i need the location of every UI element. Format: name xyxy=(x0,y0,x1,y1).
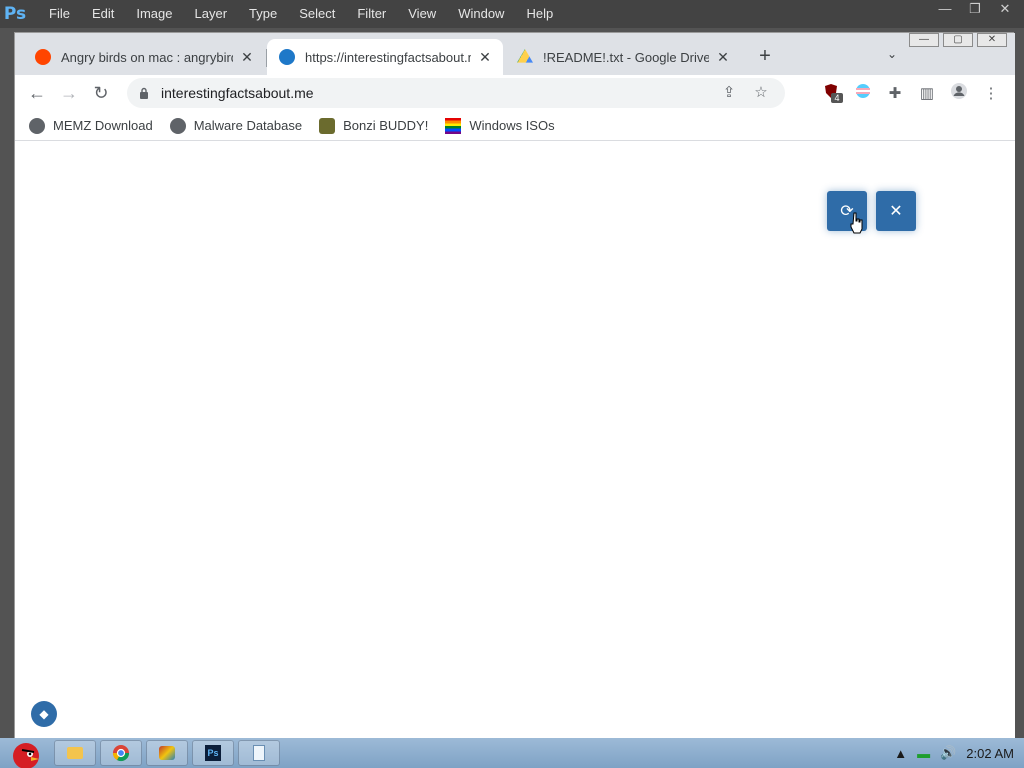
taskbar-notepad[interactable] xyxy=(238,740,280,766)
bookmark-windows-isos[interactable]: Windows ISOs xyxy=(445,117,555,134)
forward-arrow-icon[interactable]: → xyxy=(53,77,85,109)
trans-flag-icon[interactable] xyxy=(847,83,879,103)
lock-icon[interactable] xyxy=(137,86,151,100)
menu-file[interactable]: File xyxy=(38,0,81,28)
share-icon[interactable]: ⇪ xyxy=(713,83,745,101)
folder-icon xyxy=(67,747,83,759)
photoshop-icon: Ps xyxy=(205,745,221,761)
bookmark-malware-database[interactable]: Malware Database xyxy=(169,117,303,134)
bookmark-star-icon[interactable]: ☆ xyxy=(745,83,777,101)
bookmark-bonzi-buddy[interactable]: Bonzi BUDDY! xyxy=(319,117,429,134)
menu-filter[interactable]: Filter xyxy=(346,0,397,28)
profile-avatar-icon[interactable] xyxy=(943,82,975,104)
taskbar-paint[interactable] xyxy=(146,740,188,766)
taskbar: Ps ▲ ▬ 🔊 2:02 AM xyxy=(0,738,1024,768)
menu-layer[interactable]: Layer xyxy=(184,0,239,28)
taskbar-chrome[interactable] xyxy=(100,740,142,766)
volume-icon[interactable]: 🔊 xyxy=(940,745,956,761)
photoshop-left-panel xyxy=(0,28,14,738)
photoshop-right-panel xyxy=(1014,28,1024,738)
menu-image[interactable]: Image xyxy=(125,0,183,28)
close-icon[interactable]: ✕ xyxy=(990,0,1020,20)
bookmarks-bar: MEMZ Download Malware Database Bonzi BUD… xyxy=(15,111,1015,141)
bookmark-label: Windows ISOs xyxy=(469,118,555,133)
start-button[interactable] xyxy=(0,738,50,768)
close-icon[interactable]: ✕ xyxy=(477,49,493,66)
photoshop-menu: File Edit Image Layer Type Select Filter… xyxy=(38,0,564,28)
close-icon: ✕ xyxy=(889,203,903,220)
chrome-window: Angry birds on mac : angrybirds ✕ https:… xyxy=(14,32,1015,739)
close-icon[interactable]: ✕ xyxy=(239,49,255,66)
network-icon[interactable]: ▬ xyxy=(917,746,930,761)
diamond-icon: ◆ xyxy=(39,707,49,721)
bookmark-label: Malware Database xyxy=(193,118,303,133)
reddit-icon xyxy=(35,49,51,65)
ublock-shield-icon[interactable]: 4 xyxy=(815,83,847,103)
new-tab-button[interactable]: + xyxy=(753,45,777,68)
url-text: interestingfactsabout.me xyxy=(161,85,314,101)
globe-icon xyxy=(169,117,186,134)
photoshop-menubar: Ps File Edit Image Layer Type Select Fil… xyxy=(0,0,1024,28)
angry-bird-icon xyxy=(13,743,39,768)
clock[interactable]: 2:02 AM xyxy=(966,746,1014,761)
menu-select[interactable]: Select xyxy=(288,0,346,28)
menu-type[interactable]: Type xyxy=(238,0,288,28)
taskbar-explorer[interactable] xyxy=(54,740,96,766)
tab-search-chevron-icon[interactable]: ⌄ xyxy=(887,47,897,61)
taskbar-photoshop[interactable]: Ps xyxy=(192,740,234,766)
reload-icon[interactable]: ↻ xyxy=(85,77,117,109)
menu-view[interactable]: View xyxy=(397,0,447,28)
tab-title: Angry birds on mac : angrybirds xyxy=(61,49,233,65)
bookmark-label: Bonzi BUDDY! xyxy=(343,118,429,133)
close-icon[interactable]: ✕ xyxy=(715,49,731,66)
globe-icon xyxy=(29,117,45,134)
address-bar[interactable]: interestingfactsabout.me ⇪ ☆ xyxy=(127,78,785,108)
system-tray: ▲ ▬ 🔊 2:02 AM xyxy=(894,738,1024,768)
menu-help[interactable]: Help xyxy=(515,0,564,28)
bonzi-icon xyxy=(319,117,336,134)
chrome-icon xyxy=(112,745,130,762)
notepad-icon xyxy=(253,745,265,761)
puzzle-extensions-icon[interactable]: ✚ xyxy=(879,84,911,102)
paint-icon xyxy=(159,746,175,760)
bookmark-memz[interactable]: MEMZ Download xyxy=(29,117,153,134)
chrome-window-controls: — ▢ ✕ xyxy=(905,33,1007,47)
omnibox-actions: ⇪ ☆ xyxy=(713,83,777,101)
photoshop-window-controls: — ❐ ✕ xyxy=(930,0,1020,20)
tab-title: !README!.txt - Google Drive xyxy=(543,49,709,65)
photoshop-logo: Ps xyxy=(3,4,27,24)
bookmark-label: MEMZ Download xyxy=(53,118,153,133)
tab-strip: Angry birds on mac : angrybirds ✕ https:… xyxy=(15,33,1015,75)
close-icon[interactable]: ✕ xyxy=(977,33,1007,47)
restore-icon[interactable]: ❐ xyxy=(960,0,990,20)
tab-reddit[interactable]: Angry birds on mac : angrybirds ✕ xyxy=(23,39,265,75)
tab-google-drive[interactable]: !README!.txt - Google Drive ✕ xyxy=(505,39,741,75)
extension-badge: 4 xyxy=(831,93,843,103)
hand-cursor-icon xyxy=(850,212,863,234)
show-hidden-icons-icon[interactable]: ▲ xyxy=(894,746,907,761)
tab-title: https://interestingfactsabout.me xyxy=(305,49,471,65)
page-content: ⟳ ✕ ◆ xyxy=(15,141,1015,739)
menu-window[interactable]: Window xyxy=(447,0,515,28)
extensions-area: 4 ✚ ▥ ⋮ xyxy=(815,78,1007,108)
floating-diamond-button[interactable]: ◆ xyxy=(31,701,57,727)
tab-interestingfacts[interactable]: https://interestingfactsabout.me ✕ xyxy=(267,39,503,75)
back-arrow-icon[interactable]: ← xyxy=(21,77,53,109)
menu-kebab-icon[interactable]: ⋮ xyxy=(975,84,1007,102)
minimize-icon[interactable]: — xyxy=(930,0,960,20)
restore-icon[interactable]: ▢ xyxy=(943,33,973,47)
browser-toolbar: ← → ↻ interestingfactsabout.me ⇪ ☆ 4 ✚ ▥ xyxy=(15,75,1015,111)
minimize-icon[interactable]: — xyxy=(909,33,939,47)
rainbow-flag-icon xyxy=(445,117,462,134)
close-button[interactable]: ✕ xyxy=(876,191,916,231)
side-panel-icon[interactable]: ▥ xyxy=(911,84,943,102)
menu-edit[interactable]: Edit xyxy=(81,0,125,28)
google-drive-icon xyxy=(517,49,533,63)
site-globe-icon xyxy=(279,49,295,65)
